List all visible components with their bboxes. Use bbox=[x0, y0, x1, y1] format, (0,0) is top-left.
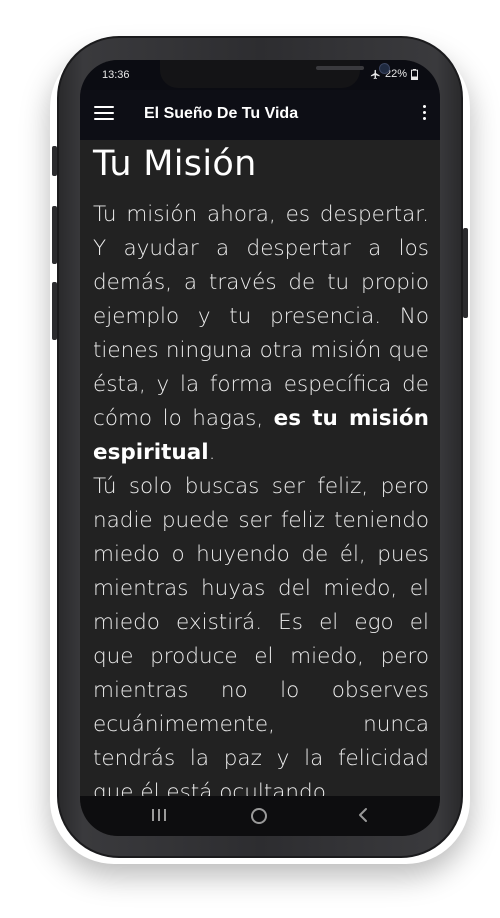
more-vert-icon[interactable] bbox=[420, 105, 428, 125]
article-content[interactable]: Tu Misión Tu misión ahora, es despertar.… bbox=[80, 140, 440, 796]
app-bar: El Sueño De Tu Vida bbox=[80, 90, 440, 140]
battery-icon bbox=[411, 68, 418, 80]
earpiece-speaker bbox=[316, 66, 364, 70]
device-mockup: 13:36 22% El Sueño De Tu Vida Tu Misión … bbox=[0, 0, 500, 918]
front-camera bbox=[379, 63, 390, 74]
article-paragraph: Tu misión ahora, es despertar. Y ayudar … bbox=[93, 198, 429, 470]
recent-apps-icon[interactable] bbox=[152, 809, 166, 821]
back-icon[interactable] bbox=[356, 807, 370, 823]
camera-notch bbox=[160, 60, 390, 88]
status-time: 13:36 bbox=[102, 69, 130, 81]
paragraph-text-end: . bbox=[208, 440, 216, 465]
phone-screen: 13:36 22% El Sueño De Tu Vida Tu Misión … bbox=[80, 60, 440, 836]
system-nav-bar bbox=[80, 796, 440, 836]
article-paragraph: Tú solo buscas ser feliz, pero nadie pue… bbox=[93, 474, 429, 796]
article-body: Tu misión ahora, es despertar. Y ayudar … bbox=[93, 198, 429, 796]
paragraph-text: Tu misión ahora, es despertar. Y ayudar … bbox=[93, 202, 429, 431]
home-icon[interactable] bbox=[251, 808, 267, 824]
article-title: Tu Misión bbox=[93, 144, 257, 184]
app-title: El Sueño De Tu Vida bbox=[144, 105, 299, 122]
menu-icon[interactable] bbox=[94, 106, 114, 122]
power-button bbox=[463, 228, 468, 318]
status-indicators: 22% bbox=[370, 68, 418, 80]
